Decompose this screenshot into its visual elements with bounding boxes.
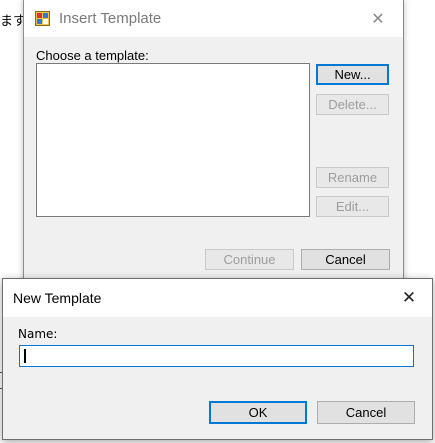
cancel-button[interactable]: Cancel	[317, 401, 415, 424]
template-listbox[interactable]	[36, 63, 310, 217]
close-icon[interactable]: ✕	[363, 7, 393, 31]
delete-button[interactable]: Delete...	[316, 94, 389, 115]
text-caret	[24, 349, 26, 363]
rename-button[interactable]: Rename	[316, 167, 389, 188]
new-button[interactable]: New...	[316, 64, 389, 85]
title-bar[interactable]: Insert Template ✕	[24, 0, 403, 37]
title-bar[interactable]: New Template ✕	[3, 279, 432, 317]
dialog-title: Insert Template	[59, 10, 162, 27]
template-list-label: Choose a template:	[36, 48, 149, 63]
continue-button[interactable]: Continue	[205, 249, 294, 270]
new-template-dialog: New Template ✕ Name: OK Cancel	[2, 278, 433, 440]
app-window-icon	[35, 11, 50, 26]
name-input[interactable]	[19, 345, 414, 367]
insert-template-dialog: Insert Template ✕ Choose a template: New…	[23, 0, 404, 286]
dialog-title: New Template	[13, 290, 102, 306]
close-icon[interactable]: ✕	[394, 286, 424, 310]
cancel-button[interactable]: Cancel	[301, 249, 390, 270]
edit-button[interactable]: Edit...	[316, 196, 389, 217]
ok-button[interactable]: OK	[209, 401, 307, 424]
name-label: Name:	[18, 327, 58, 341]
